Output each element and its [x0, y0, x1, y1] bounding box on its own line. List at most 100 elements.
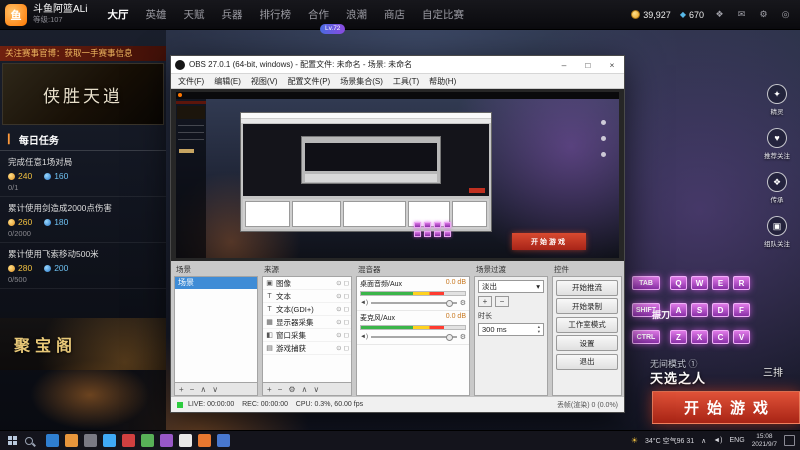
- volume-icon[interactable]: ◄): [713, 437, 722, 444]
- esports-banner[interactable]: 关注赛事官博：获取一手赛事信息: [0, 46, 166, 61]
- menu-file[interactable]: 文件(F): [173, 76, 209, 87]
- maximize-icon[interactable]: □: [576, 56, 600, 74]
- nav-tab-heroes[interactable]: 英雄: [145, 7, 166, 22]
- studio-mode-button[interactable]: 工作室模式: [556, 316, 618, 333]
- speaker-icon[interactable]: ◄): [360, 334, 368, 340]
- source-item[interactable]: T 文本(GDI+) ⊙ ◻: [263, 303, 351, 316]
- volume-slider[interactable]: [370, 299, 457, 307]
- source-item[interactable]: ▣ 图像 ⊙ ◻: [263, 277, 351, 290]
- source-item[interactable]: T 文本 ⊙ ◻: [263, 290, 351, 303]
- taskbar-app-icon[interactable]: [122, 434, 135, 447]
- event-poster[interactable]: 侠胜天逍: [2, 63, 164, 125]
- scene-up-icon[interactable]: ∧: [200, 385, 206, 394]
- gift-icon[interactable]: ❖: [713, 9, 726, 20]
- obs-preview-area[interactable]: 开始游戏: [171, 89, 624, 261]
- menu-profile[interactable]: 配置文件(P): [283, 76, 336, 87]
- taskbar-app-icon[interactable]: [46, 434, 59, 447]
- add-scene-icon[interactable]: +: [179, 385, 184, 394]
- language-indicator[interactable]: ENG: [730, 437, 745, 444]
- task-item[interactable]: 累计使用飞索移动500米 280 200 0/500: [0, 243, 166, 289]
- taskbar-app-icon[interactable]: [160, 434, 173, 447]
- search-icon[interactable]: [25, 436, 33, 445]
- visibility-eye-icon[interactable]: ⊙: [336, 292, 341, 300]
- visibility-eye-icon[interactable]: ⊙: [336, 344, 341, 352]
- lock-icon[interactable]: ◻: [344, 331, 349, 339]
- source-down-icon[interactable]: ∨: [313, 385, 319, 394]
- lock-icon[interactable]: ◻: [344, 318, 349, 326]
- treasure-pavilion[interactable]: 聚宝阁: [0, 318, 166, 370]
- task-item[interactable]: 累计使用剑造成2000点伤害 260 180 0/2000: [0, 197, 166, 243]
- source-up-icon[interactable]: ∧: [302, 385, 308, 394]
- nav-tab-shop[interactable]: 商店: [384, 7, 405, 22]
- menu-tools[interactable]: 工具(T): [388, 76, 424, 87]
- source-item[interactable]: ▦ 显示器采集 ⊙ ◻: [263, 316, 351, 329]
- exit-button[interactable]: 退出: [556, 353, 618, 370]
- channel-gear-icon[interactable]: ⚙: [460, 333, 466, 341]
- settings-button[interactable]: 设置: [556, 335, 618, 351]
- scene-down-icon[interactable]: ∨: [212, 385, 218, 394]
- add-transition-icon[interactable]: +: [478, 296, 492, 307]
- transition-select[interactable]: 淡出 ▾: [478, 280, 544, 293]
- clock[interactable]: 15:08 2021/9/7: [752, 433, 777, 449]
- nav-tab-lobby[interactable]: 大厅: [107, 7, 128, 22]
- weather-widget[interactable]: 34°C 空气96 31: [645, 436, 694, 446]
- lock-icon[interactable]: ◻: [344, 305, 349, 313]
- start-recording-button[interactable]: 开始录制: [556, 298, 618, 314]
- remove-scene-icon[interactable]: −: [190, 385, 195, 394]
- visibility-eye-icon[interactable]: ⊙: [336, 331, 341, 339]
- sprite-entry[interactable]: ✦ 精灵: [754, 84, 800, 116]
- taskbar-app-icon[interactable]: [65, 434, 78, 447]
- speaker-icon[interactable]: ◄): [360, 300, 368, 306]
- team-size-label[interactable]: 三排: [763, 364, 783, 379]
- scene-item[interactable]: 场景: [175, 277, 257, 289]
- source-item[interactable]: ▤ 游戏捕获 ⊙ ◻: [263, 342, 351, 355]
- channel-gear-icon[interactable]: ⚙: [460, 299, 466, 307]
- taskbar-app-icon[interactable]: [84, 434, 97, 447]
- menu-view[interactable]: 视图(V): [246, 76, 283, 87]
- nav-tab-weapons[interactable]: 兵器: [221, 7, 242, 22]
- settings-icon[interactable]: ⚙: [757, 9, 770, 20]
- heritage-entry[interactable]: ❖ 传承: [754, 172, 800, 204]
- nav-tab-wave[interactable]: 浪潮: [346, 7, 367, 22]
- obs-titlebar[interactable]: OBS 27.0.1 (64-bit, windows) - 配置文件: 未命名…: [171, 56, 624, 74]
- tray-expand-icon[interactable]: ∧: [701, 437, 706, 445]
- taskbar-app-icon[interactable]: [198, 434, 211, 447]
- remove-source-icon[interactable]: −: [278, 385, 283, 394]
- nav-tab-custom-match[interactable]: 自定比赛: [422, 7, 464, 22]
- menu-help[interactable]: 帮助(H): [424, 76, 461, 87]
- menu-edit[interactable]: 编辑(E): [209, 76, 246, 87]
- nav-tab-coop[interactable]: 合作: [308, 7, 329, 22]
- add-source-icon[interactable]: +: [267, 385, 272, 394]
- nav-tab-talents[interactable]: 天赋: [183, 7, 204, 22]
- close-icon[interactable]: ×: [600, 56, 624, 74]
- mail-icon[interactable]: ✉: [735, 9, 748, 20]
- notification-center-icon[interactable]: [784, 435, 795, 446]
- duration-spinner[interactable]: 300 ms ▴ ▾: [478, 323, 544, 336]
- source-item[interactable]: ◧ 窗口采集 ⊙ ◻: [263, 329, 351, 342]
- volume-slider-knob[interactable]: [445, 299, 453, 307]
- volume-slider[interactable]: [370, 333, 457, 341]
- recommend-follow-entry[interactable]: ♥ 推荐关注: [754, 128, 800, 160]
- start-streaming-button[interactable]: 开始推流: [556, 279, 618, 296]
- lock-icon[interactable]: ◻: [344, 344, 349, 352]
- start-game-button[interactable]: 开始游戏: [652, 391, 800, 424]
- power-icon[interactable]: ◎: [779, 9, 792, 20]
- taskbar-app-icon[interactable]: [103, 434, 116, 447]
- nav-tab-ranking[interactable]: 排行榜: [259, 7, 291, 22]
- source-properties-gear-icon[interactable]: ⚙: [288, 385, 295, 394]
- taskbar-app-icon[interactable]: [217, 434, 230, 447]
- start-menu-icon[interactable]: [8, 436, 17, 445]
- visibility-eye-icon[interactable]: ⊙: [336, 305, 341, 313]
- volume-slider-knob[interactable]: [445, 333, 453, 341]
- menu-scene-collection[interactable]: 场景集合(S): [335, 76, 388, 87]
- minimize-icon[interactable]: –: [552, 56, 576, 74]
- taskbar-app-icon[interactable]: [141, 434, 154, 447]
- team-follow-entry[interactable]: ▣ 组队关注: [754, 216, 800, 248]
- task-item[interactable]: 完成任意1场对局 240 160 0/1: [0, 151, 166, 197]
- spin-down-icon[interactable]: ▾: [538, 329, 540, 334]
- visibility-eye-icon[interactable]: ⊙: [336, 279, 341, 287]
- visibility-eye-icon[interactable]: ⊙: [336, 318, 341, 326]
- lock-icon[interactable]: ◻: [344, 292, 349, 300]
- remove-transition-icon[interactable]: −: [495, 296, 509, 307]
- lock-icon[interactable]: ◻: [344, 279, 349, 287]
